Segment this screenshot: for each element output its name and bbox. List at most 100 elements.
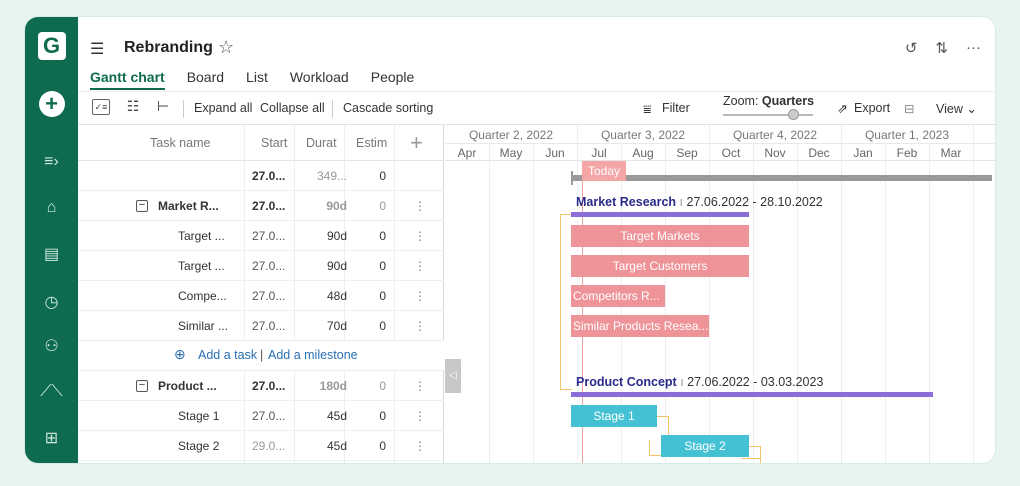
row-menu-icon[interactable]: ⋮ [414,439,426,453]
task-grid: Task name Start Durat Estim + 27.0... 34… [78,125,444,463]
projects-icon[interactable]: ▤ [25,239,78,269]
favorite-star-icon[interactable]: ☆ [218,37,234,58]
add-task-link[interactable]: Add a task [198,348,257,362]
baseline-icon[interactable]: ⊟ [904,101,914,116]
table-row[interactable]: Similar ... 27.0... 70d 0 ⋮ [78,311,444,341]
tab-people[interactable]: People [371,69,415,90]
collapse-all-button[interactable]: Collapse all [260,101,325,115]
add-milestone-link[interactable]: Add a milestone [268,348,358,362]
board-icon[interactable]: ☷ [124,99,142,115]
project-summary-bar[interactable] [572,175,992,181]
hierarchy-icon[interactable]: ⊢ [154,99,172,115]
task-bar[interactable]: Target Customers [571,255,749,277]
group-label: Product Concept ı 27.06.2022 - 03.03.202… [576,375,824,389]
dependency-link [741,458,761,463]
view-tabs: Gantt chart Board List Workload People [90,69,436,90]
table-row[interactable]: Target ... 27.0... 90d 0 ⋮ [78,251,444,281]
quarter-label: Quarter 4, 2022 [732,128,818,142]
month-label: Jul [591,146,607,160]
row-menu-icon[interactable]: ⋮ [414,289,426,303]
dependency-link [649,440,661,456]
analytics-icon[interactable]: ⟋⟍ [25,377,78,407]
export-icon[interactable]: ⇗ [837,101,848,117]
column-estimate[interactable]: Estim [356,136,387,150]
table-row[interactable]: − Product ... 27.0... 180d 0 ⋮ [78,371,444,401]
quarter-label: Quarter 2, 2022 [468,128,554,142]
quarter-label: Quarter 3, 2022 [600,128,686,142]
zoom-slider-track[interactable] [723,114,813,116]
table-row[interactable]: − Market R... 27.0... 90d 0 ⋮ [78,191,444,221]
row-menu-icon[interactable]: ⋮ [414,229,426,243]
month-label: Nov [764,146,786,160]
column-start[interactable]: Start [261,136,287,150]
expand-icon[interactable]: ≡› [25,147,78,177]
more-icon[interactable]: ··· [966,39,981,57]
filter-button[interactable]: Filter [662,101,690,115]
expand-all-button[interactable]: Expand all [194,101,252,115]
month-label: Jan [853,146,873,160]
task-bar[interactable]: Competitors R... [571,285,665,307]
column-duration[interactable]: Durat [306,136,337,150]
history-icon[interactable]: ↺ [905,39,918,57]
project-bar-cap [571,171,573,185]
toolbar: ✓≡ ☷ ⊢ Expand all Collapse all Cascade s… [78,91,995,125]
gantt-timeline: Quarter 2, 2022 Quarter 3, 2022 Quarter … [445,125,995,463]
people-icon[interactable]: ⚇ [25,331,78,361]
app-logo[interactable]: G [25,31,78,61]
today-marker: Today [582,161,627,181]
table-row[interactable]: 27.0... 349... 0 [78,161,444,191]
market-research-summary-bar[interactable] [571,212,749,217]
gantt-project-icon: ☰ [90,41,105,58]
checklist-icon[interactable]: ✓≡ [92,99,110,115]
home-icon[interactable]: ⌂ [25,193,78,223]
row-menu-icon[interactable]: ⋮ [414,319,426,333]
month-label: Apr [457,146,477,160]
tab-board[interactable]: Board [187,69,224,90]
month-label: Feb [896,146,918,160]
month-label: Aug [632,146,654,160]
group-label: Market Research ı 27.06.2022 - 28.10.202… [576,195,823,209]
table-row[interactable]: Stage 1 27.0... 45d 0 ⋮ [78,401,444,431]
table-row[interactable]: Stage 2 29.0... 45d 0 ⋮ [78,431,444,461]
add-task-row: ⊕ Add a task | Add a milestone [78,341,444,371]
month-label: Sep [676,146,698,160]
filter-icon[interactable]: ⩸ [643,101,652,118]
table-row[interactable]: Target ... 27.0... 90d 0 ⋮ [78,221,444,251]
stage-bar[interactable]: Stage 2 [661,435,749,457]
row-menu-icon[interactable]: ⋮ [414,409,426,423]
cascade-sorting-button[interactable]: Cascade sorting [343,101,433,115]
product-concept-summary-bar[interactable] [571,392,933,397]
stage-bar[interactable]: Stage 1 [571,405,657,427]
month-label: Jun [545,146,565,160]
zoom-label: Zoom: Quarters [723,94,815,108]
clock-icon[interactable]: ◷ [25,287,78,317]
month-label: Oct [721,146,741,160]
table-row[interactable]: Compe... 27.0... 48d 0 ⋮ [78,281,444,311]
project-title: Rebranding [124,39,213,56]
export-button[interactable]: Export [854,101,890,115]
tab-list[interactable]: List [246,69,268,90]
task-bar[interactable]: Target Markets [571,225,749,247]
add-circle-icon[interactable]: ⊕ [174,346,186,363]
row-menu-icon[interactable]: ⋮ [414,259,426,273]
column-task-name[interactable]: Task name [150,136,210,150]
collapse-icon[interactable]: − [136,200,148,212]
add-column-button[interactable]: + [410,130,423,156]
tab-workload[interactable]: Workload [290,69,349,90]
apps-icon[interactable]: ⊞ [25,423,78,453]
sidebar: G + ≡› ⌂ ▤ ◷ ⚇ ⟋⟍ ⊞ [25,17,78,463]
row-menu-icon[interactable]: ⋮ [414,199,426,213]
view-dropdown[interactable]: View ⌄ [936,101,977,116]
row-menu-icon[interactable]: ⋮ [414,379,426,393]
zoom-slider-handle[interactable] [788,109,799,120]
month-label: May [499,146,523,160]
collapse-icon[interactable]: − [136,380,148,392]
create-button[interactable]: + [25,89,78,119]
grid-header: Task name Start Durat Estim + [78,125,444,161]
settings-sliders-icon[interactable]: ⇅ [935,39,948,57]
task-bar[interactable]: Similar Products Resea... [571,315,709,337]
main-area: ☰ Rebranding ☆ ↺ ⇅ ··· Gantt chart Board… [78,17,995,463]
app-window: G + ≡› ⌂ ▤ ◷ ⚇ ⟋⟍ ⊞ ☰ Rebranding ☆ ↺ ⇅ ·… [24,16,996,464]
tab-gantt-chart[interactable]: Gantt chart [90,69,165,90]
split-handle[interactable]: ◁ [445,359,461,393]
